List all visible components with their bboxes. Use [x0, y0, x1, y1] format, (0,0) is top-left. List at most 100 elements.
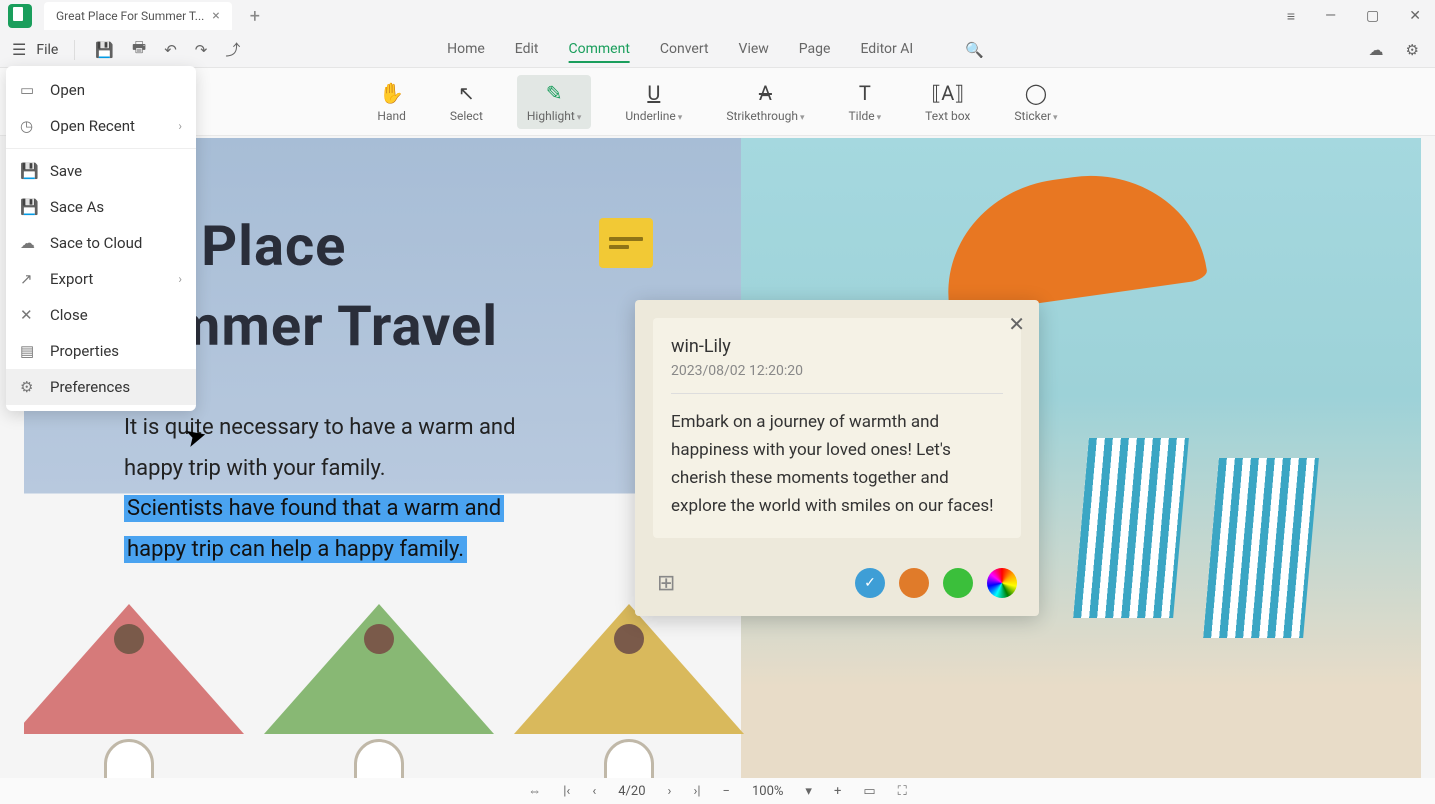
ribbon-tilde[interactable]: T Tilde▾	[839, 75, 892, 129]
zoom-out-icon[interactable]: −	[723, 784, 730, 799]
menu-open[interactable]: ▭Open	[6, 72, 196, 108]
close-window-icon[interactable]: ✕	[1403, 6, 1427, 27]
color-green[interactable]	[943, 568, 973, 598]
zoom-in-icon[interactable]: +	[834, 784, 841, 799]
app-icon	[8, 4, 32, 28]
sticker-icon: ◯	[1025, 81, 1047, 105]
menu-icon[interactable]: ≡	[1281, 6, 1301, 27]
save-icon[interactable]: 💾	[91, 37, 118, 63]
nav-tabs: Home Edit Comment Convert View Page Edit…	[447, 37, 988, 63]
comment-text: Embark on a journey of warmth and happin…	[671, 408, 1003, 520]
maximize-icon[interactable]: ▢	[1360, 6, 1385, 27]
print-icon[interactable]: 🖶	[128, 33, 150, 66]
menu-preferences[interactable]: ⚙Preferences	[6, 369, 196, 405]
chevron-down-icon[interactable]: ▾	[805, 784, 812, 799]
ribbon: ✋ Hand ↖ Select ✎ Highlight▾ U Underline…	[0, 68, 1435, 136]
nav-edit[interactable]: Edit	[515, 37, 539, 63]
properties-icon: ▤	[20, 342, 38, 360]
color-orange[interactable]	[899, 568, 929, 598]
underline-icon: U	[647, 81, 660, 105]
menu-open-recent[interactable]: ◷Open Recent›	[6, 108, 196, 144]
menu-save-as[interactable]: 💾Sace As	[6, 189, 196, 225]
houses-graphic	[24, 604, 754, 784]
menu-save-cloud[interactable]: ☁Sace to Cloud	[6, 225, 196, 261]
menu-separator	[6, 148, 196, 149]
comment-popup: ✕ win-Lily 2023/08/02 12:20:20 Embark on…	[635, 300, 1039, 616]
strikethrough-icon: A	[759, 81, 772, 105]
fullscreen-icon[interactable]: ⛶	[898, 784, 907, 799]
redo-icon[interactable]: ↷	[191, 37, 212, 63]
save-icon: 💾	[20, 162, 38, 180]
color-blue[interactable]	[855, 568, 885, 598]
cursor-icon: ↖	[458, 81, 475, 105]
divider	[74, 40, 75, 60]
nav-page[interactable]: Page	[799, 37, 831, 63]
close-icon: ✕	[20, 306, 38, 324]
undo-icon[interactable]: ↶	[160, 37, 181, 63]
puzzle-icon[interactable]: ⊞	[657, 571, 675, 596]
menu-close[interactable]: ✕Close	[6, 297, 196, 333]
toolbar: ☰ File 💾 🖶 ↶ ↷ ⤴ Home Edit Comment Conve…	[0, 32, 1435, 68]
page-indicator[interactable]: 4/20	[618, 784, 645, 799]
beach-chairs-graphic	[1081, 438, 1361, 718]
comment-timestamp: 2023/08/02 12:20:20	[671, 363, 1003, 379]
cloud-icon[interactable]: ☁	[1365, 37, 1388, 63]
nav-comment[interactable]: Comment	[569, 37, 630, 63]
ribbon-strikethrough[interactable]: A Strikethrough▾	[716, 75, 814, 129]
title-bar: Great Place For Summer T... × + ≡ — ▢ ✕	[0, 0, 1435, 32]
tab-title: Great Place For Summer T...	[56, 9, 204, 23]
file-menu-button[interactable]: File	[36, 42, 58, 58]
ribbon-underline[interactable]: U Underline▾	[615, 75, 692, 129]
chevron-right-icon: ›	[178, 272, 182, 286]
ribbon-hand[interactable]: ✋ Hand	[367, 75, 415, 129]
hamburger-icon[interactable]: ☰	[12, 40, 26, 59]
new-tab-button[interactable]: +	[250, 6, 260, 27]
highlighted-text: Scientists have found that a warm and	[124, 495, 504, 522]
ribbon-sticker[interactable]: ◯ Sticker▾	[1004, 75, 1067, 129]
ribbon-textbox[interactable]: ⟦A⟧ Text box	[915, 75, 980, 129]
nav-convert[interactable]: Convert	[660, 37, 709, 63]
tilde-icon: T	[859, 81, 871, 105]
file-icon: ▭	[20, 81, 38, 99]
highlight-icon: ✎	[546, 81, 563, 105]
clock-icon: ◷	[20, 117, 38, 135]
share-icon[interactable]: ⤴	[221, 35, 244, 64]
ribbon-select[interactable]: ↖ Select	[440, 75, 493, 129]
hand-icon: ✋	[379, 81, 404, 105]
menu-export[interactable]: ↗Export›	[6, 261, 196, 297]
nav-view[interactable]: View	[739, 37, 769, 63]
comment-footer: ⊞	[635, 556, 1039, 616]
comment-author: win-Lily	[671, 336, 1003, 357]
ribbon-highlight[interactable]: ✎ Highlight▾	[517, 75, 591, 129]
comment-card: win-Lily 2023/08/02 12:20:20 Embark on a…	[653, 318, 1021, 538]
close-icon[interactable]: ✕	[1008, 312, 1025, 336]
divider	[671, 393, 1003, 394]
chevron-right-icon: ›	[178, 119, 182, 133]
first-page-icon[interactable]: |‹	[563, 784, 570, 799]
highlighted-text: happy trip can help a happy family.	[124, 536, 467, 563]
gear-icon: ⚙	[20, 378, 38, 396]
zoom-level[interactable]: 100%	[752, 784, 783, 799]
comment-note-icon[interactable]	[599, 218, 653, 268]
textbox-icon: ⟦A⟧	[931, 81, 964, 105]
cloud-icon: ☁	[20, 234, 38, 252]
nav-home[interactable]: Home	[447, 37, 485, 63]
document-tab[interactable]: Great Place For Summer T... ×	[44, 2, 232, 30]
search-icon[interactable]: 🔍	[961, 37, 988, 63]
color-rainbow[interactable]	[987, 568, 1017, 598]
fit-page-icon[interactable]: ▭	[863, 784, 875, 799]
settings-icon[interactable]: ⚙	[1402, 37, 1423, 63]
menu-properties[interactable]: ▤Properties	[6, 333, 196, 369]
fit-width-icon[interactable]: ⇔	[528, 783, 541, 799]
tab-close-icon[interactable]: ×	[212, 8, 219, 24]
minimize-icon[interactable]: —	[1319, 6, 1342, 27]
prev-page-icon[interactable]: ‹	[592, 784, 596, 799]
menu-save[interactable]: 💾Save	[6, 153, 196, 189]
status-bar: ⇔ |‹ ‹ 4/20 › ›| − 100% ▾ + ▭ ⛶	[0, 778, 1435, 804]
chevron-down-icon: ▾	[577, 113, 582, 123]
color-picker	[855, 568, 1017, 598]
last-page-icon[interactable]: ›|	[693, 784, 700, 799]
next-page-icon[interactable]: ›	[668, 784, 672, 799]
export-icon: ↗	[20, 270, 38, 288]
nav-editor-ai[interactable]: Editor AI	[860, 37, 913, 63]
